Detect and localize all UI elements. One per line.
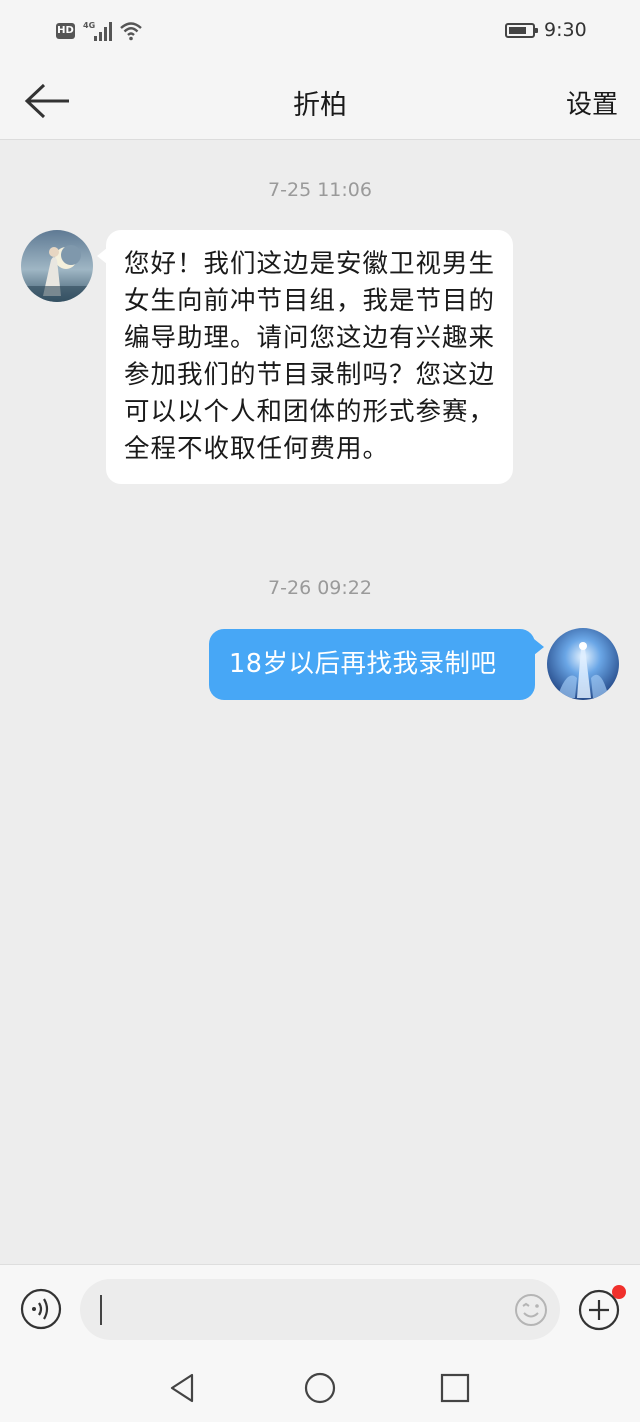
recents-square-icon — [440, 1373, 470, 1403]
text-caret — [100, 1295, 102, 1325]
nav-back-button[interactable] — [166, 1370, 202, 1406]
outgoing-message[interactable]: 18岁以后再找我录制吧 — [209, 629, 544, 700]
voice-icon — [20, 1288, 62, 1330]
contact-avatar[interactable] — [21, 230, 93, 302]
message-timestamp: 7-25 11:06 — [268, 179, 372, 201]
back-triangle-icon — [170, 1373, 194, 1403]
notification-dot — [612, 1285, 626, 1299]
settings-button[interactable]: 设置 — [566, 84, 618, 121]
nav-home-button[interactable] — [302, 1370, 338, 1406]
status-time: 9:30 — [544, 19, 587, 41]
message-timestamp: 7-26 09:22 — [268, 577, 372, 599]
chat-header: 折柏 设置 — [0, 62, 640, 140]
page-title: 折柏 — [293, 90, 347, 121]
wifi-icon — [120, 22, 142, 41]
signal-icon: 4G — [83, 21, 112, 41]
hd-icon: HD — [56, 23, 75, 39]
emoji-button[interactable] — [514, 1293, 548, 1327]
message-input[interactable] — [80, 1279, 560, 1340]
nav-recents-button[interactable] — [437, 1370, 473, 1406]
incoming-message[interactable]: 您好！我们这边是安徽卫视男生女生向前冲节目组，我是节目的编导助理。请问您这边有兴… — [97, 230, 513, 484]
system-nav-bar — [0, 1354, 640, 1422]
network-type-label: 4G — [83, 21, 95, 30]
emoji-icon — [515, 1294, 547, 1326]
battery-icon — [505, 23, 538, 38]
user-avatar[interactable] — [547, 628, 619, 700]
input-bar — [0, 1264, 640, 1355]
home-circle-icon — [304, 1372, 336, 1404]
voice-button[interactable] — [20, 1288, 62, 1330]
status-bar: HD 4G 9:30 — [0, 0, 640, 62]
